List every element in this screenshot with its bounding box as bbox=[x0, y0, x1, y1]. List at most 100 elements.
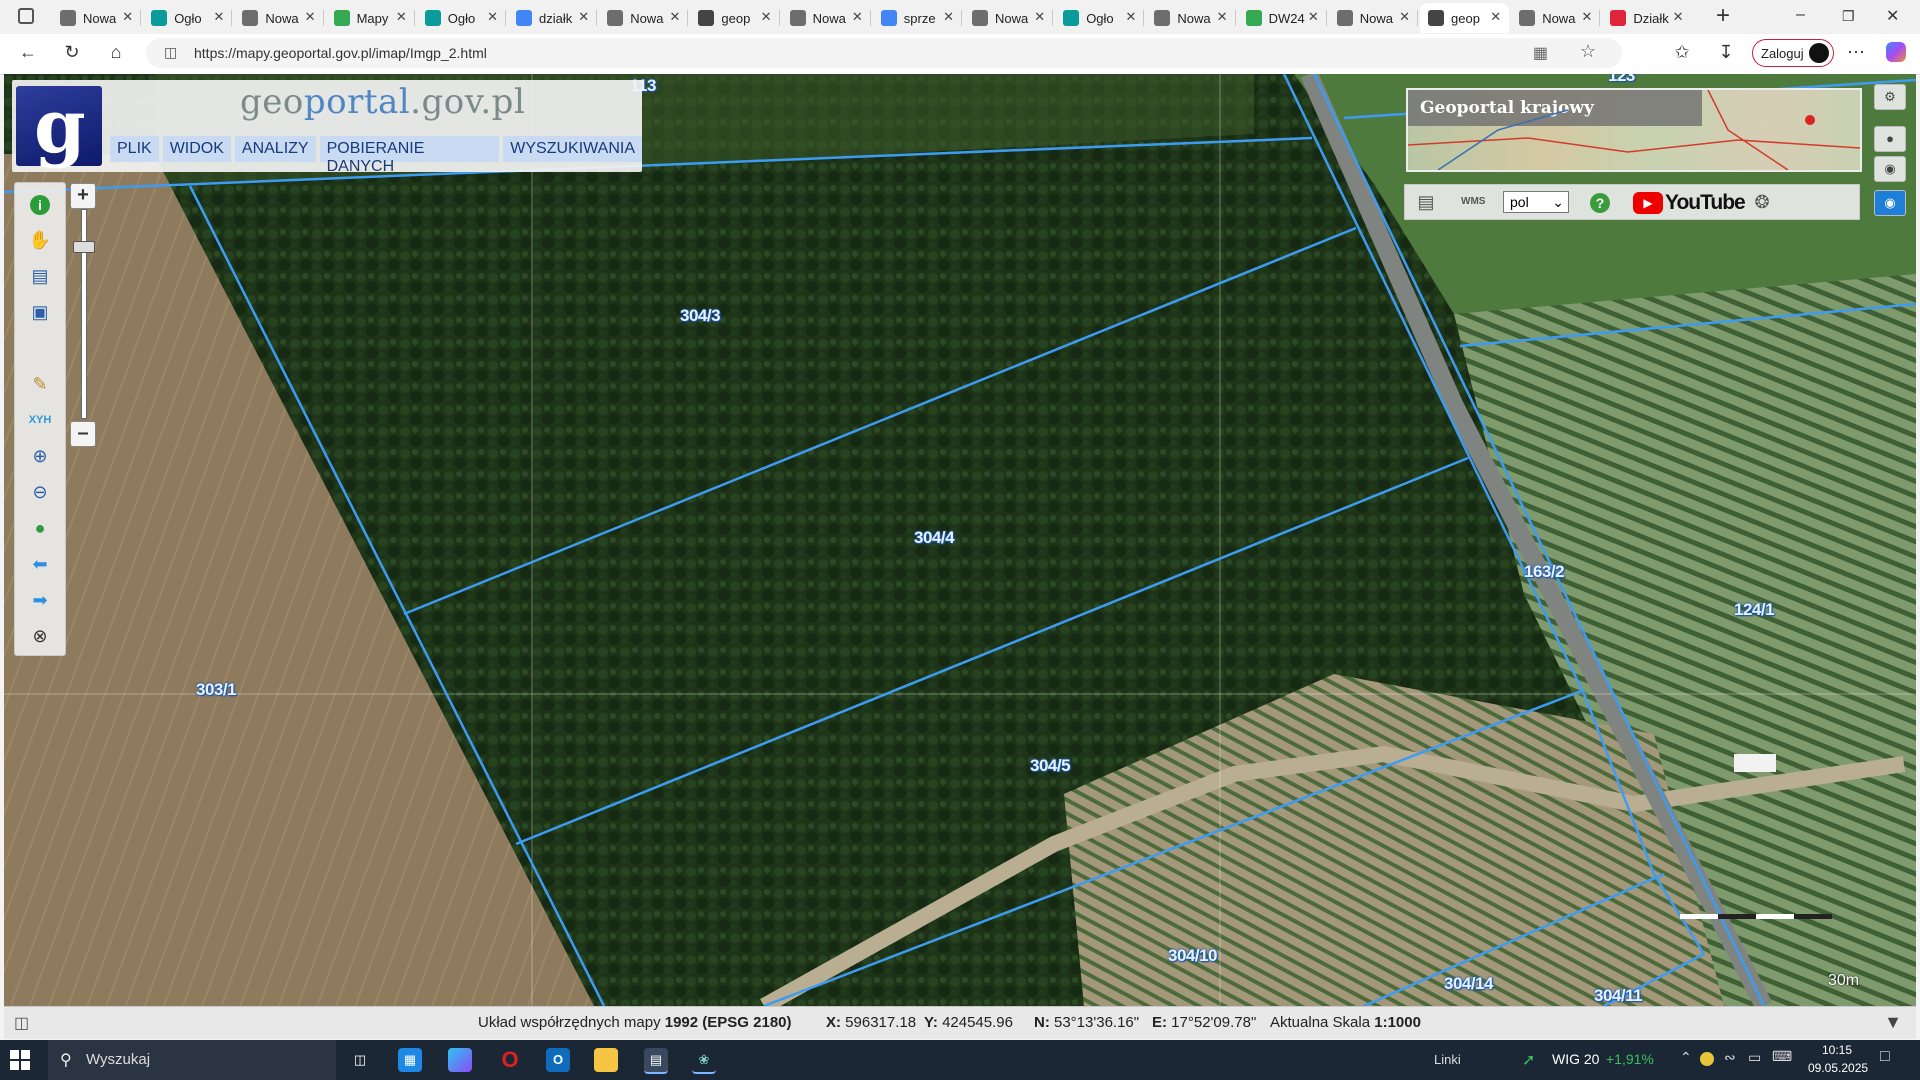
battery-icon[interactable]: ▭ bbox=[1748, 1049, 1761, 1066]
clear-icon[interactable]: ⊗ bbox=[27, 623, 53, 649]
stock-name[interactable]: WIG 20 bbox=[1552, 1051, 1599, 1067]
browser-tab[interactable]: Ogło ✕ bbox=[417, 3, 506, 33]
menu-pobieranie-danych[interactable]: POBIERANIE DANYCH bbox=[319, 136, 500, 175]
file-explorer-icon[interactable] bbox=[594, 1048, 618, 1072]
browser-tab[interactable]: geop ✕ bbox=[690, 3, 779, 33]
site-info-icon[interactable]: ◫ bbox=[164, 44, 177, 61]
close-tab-icon[interactable]: ✕ bbox=[213, 9, 224, 25]
browser-tab[interactable]: Nowa ✕ bbox=[782, 3, 871, 33]
layers-toggle-icon[interactable]: ◫ bbox=[14, 1013, 29, 1033]
layer-dot-icon[interactable]: ● bbox=[1874, 126, 1906, 152]
info-icon[interactable]: i bbox=[27, 191, 53, 217]
zoom-in-icon[interactable]: ⊕ bbox=[27, 443, 53, 469]
close-tab-icon[interactable]: ✕ bbox=[852, 9, 863, 25]
browser-tab[interactable]: Mapy ✕ bbox=[326, 3, 415, 33]
close-tab-icon[interactable]: ✕ bbox=[1399, 9, 1410, 25]
login-button[interactable]: Zaloguj bbox=[1752, 39, 1834, 67]
close-tab-icon[interactable]: ✕ bbox=[396, 9, 407, 25]
parcel-label-123[interactable]: 123 bbox=[1608, 74, 1635, 86]
zoom-out-button[interactable]: – bbox=[70, 421, 96, 447]
wifi-icon[interactable]: ∾ bbox=[1724, 1049, 1736, 1066]
browser-tab[interactable]: Nowa ✕ bbox=[599, 3, 688, 33]
notifications-icon[interactable]: □ bbox=[1880, 1048, 1890, 1066]
language-select[interactable]: pol ⌄ bbox=[1503, 191, 1569, 213]
close-window-button[interactable]: ✕ bbox=[1886, 6, 1899, 26]
parcel-label-163-2[interactable]: 163/2 bbox=[1524, 562, 1565, 582]
taskbar-search[interactable]: ⚲ Wyszukaj bbox=[48, 1040, 336, 1080]
task-view-icon[interactable]: ◫ bbox=[348, 1048, 372, 1072]
parcel-label-304-10[interactable]: 304/10 bbox=[1168, 946, 1218, 966]
parcel-label-304-14[interactable]: 304/14 bbox=[1444, 974, 1494, 994]
parcel-label-124-1[interactable]: 124/1 bbox=[1734, 600, 1775, 620]
close-tab-icon[interactable]: ✕ bbox=[1217, 9, 1228, 25]
browser-tab[interactable]: Nowa ✕ bbox=[234, 3, 323, 33]
address-bar[interactable]: ◫ https://mapy.geoportal.gov.pl/imap/Img… bbox=[146, 38, 1622, 68]
close-tab-icon[interactable]: ✕ bbox=[943, 9, 954, 25]
parcel-label-304-3[interactable]: 304/3 bbox=[680, 306, 721, 326]
copilot-icon[interactable] bbox=[1886, 42, 1906, 62]
parcel-label-303-1[interactable]: 303/1 bbox=[196, 680, 237, 700]
tray-chevron-icon[interactable]: ⌃ bbox=[1680, 1049, 1692, 1066]
browser-tab[interactable]: DW24 ✕ bbox=[1238, 3, 1327, 33]
links-label[interactable]: Linki bbox=[1434, 1052, 1461, 1067]
pan-hand-icon[interactable]: ✋ bbox=[27, 227, 53, 253]
list-icon[interactable]: ▤ bbox=[1415, 191, 1437, 213]
close-tab-icon[interactable]: ✕ bbox=[669, 9, 680, 25]
zoom-slider[interactable]: + – bbox=[70, 183, 96, 447]
workspaces-icon[interactable] bbox=[18, 8, 34, 24]
overview-minimap[interactable]: Geoportal krajowy bbox=[1406, 88, 1862, 172]
menu-widok[interactable]: WIDOK bbox=[162, 136, 231, 162]
edge-icon[interactable]: ❀ bbox=[692, 1048, 716, 1074]
opera-icon[interactable]: O bbox=[498, 1048, 522, 1072]
legend-icon[interactable]: ▤ bbox=[27, 263, 53, 289]
browser-tab[interactable]: Nowa ✕ bbox=[1329, 3, 1418, 33]
close-tab-icon[interactable]: ✕ bbox=[1034, 9, 1045, 25]
keyboard-icon[interactable]: ⌨ bbox=[1772, 1048, 1792, 1065]
m365-icon[interactable] bbox=[448, 1048, 472, 1072]
close-tab-icon[interactable]: ✕ bbox=[578, 9, 589, 25]
back-icon[interactable]: ← bbox=[16, 42, 40, 63]
clock-date[interactable]: 09.05.2025 bbox=[1808, 1061, 1868, 1075]
geoportal-logo[interactable]: g bbox=[16, 84, 102, 170]
app-available-icon[interactable]: ▦ bbox=[1533, 43, 1548, 63]
menu-analizy[interactable]: ANALIZY bbox=[234, 136, 316, 162]
browser-tab[interactable]: Nowa ✕ bbox=[1146, 3, 1235, 33]
downloads-icon[interactable]: ↧ bbox=[1714, 42, 1738, 63]
xyh-coordinates-icon[interactable]: XYH bbox=[27, 407, 53, 433]
menu-plik[interactable]: PLIK bbox=[110, 136, 159, 162]
draw-pencil-icon[interactable]: ✎ bbox=[27, 371, 53, 397]
browser-tab[interactable]: sprze ✕ bbox=[873, 3, 962, 33]
previous-view-arrow-icon[interactable]: ⬅ bbox=[27, 551, 53, 577]
zoom-out-icon[interactable]: ⊖ bbox=[27, 479, 53, 505]
parcel-label-304-4[interactable]: 304/4 bbox=[914, 528, 955, 548]
browser-tab[interactable]: geop ✕ bbox=[1420, 3, 1510, 33]
browser-tab[interactable]: Nowa ✕ bbox=[52, 3, 141, 33]
close-tab-icon[interactable]: ✕ bbox=[1125, 9, 1136, 25]
url-text[interactable]: https://mapy.geoportal.gov.pl/imap/Imgp_… bbox=[194, 45, 487, 61]
store-icon[interactable]: ▦ bbox=[398, 1048, 422, 1072]
youtube-link[interactable]: ▶ YouTube bbox=[1633, 190, 1746, 216]
zoom-in-button[interactable]: + bbox=[70, 183, 96, 209]
zoom-knob[interactable] bbox=[73, 241, 95, 253]
favorites-bar-icon[interactable]: ✩ bbox=[1670, 42, 1694, 63]
close-tab-icon[interactable]: ✕ bbox=[761, 9, 772, 25]
home-icon[interactable]: ⌂ bbox=[104, 42, 128, 63]
parcel-label-304-11[interactable]: 304/11 bbox=[1594, 986, 1643, 1006]
windows-start-icon[interactable] bbox=[10, 1050, 30, 1070]
notepad-icon[interactable]: ▤ bbox=[644, 1048, 668, 1074]
close-tab-icon[interactable]: ✕ bbox=[487, 9, 498, 25]
minimize-button[interactable]: – bbox=[1796, 6, 1805, 24]
close-tab-icon[interactable]: ✕ bbox=[1308, 9, 1319, 25]
refresh-icon[interactable]: ↻ bbox=[60, 42, 84, 63]
tray-app-icon[interactable] bbox=[1700, 1052, 1714, 1066]
close-tab-icon[interactable]: ✕ bbox=[1581, 9, 1592, 25]
outlook-icon[interactable]: O bbox=[546, 1048, 570, 1072]
full-extent-globe-icon[interactable]: ● bbox=[27, 515, 53, 541]
browser-tab[interactable]: Nowa ✕ bbox=[1511, 3, 1600, 33]
browser-tab[interactable]: Ogło ✕ bbox=[1055, 3, 1144, 33]
new-tab-button[interactable]: + bbox=[1716, 2, 1730, 30]
parcel-label-304-5[interactable]: 304/5 bbox=[1030, 756, 1071, 776]
select-area-icon[interactable]: ▣ bbox=[27, 299, 53, 325]
close-tab-icon[interactable]: ✕ bbox=[122, 9, 133, 25]
browser-tab[interactable]: Nowa ✕ bbox=[964, 3, 1053, 33]
